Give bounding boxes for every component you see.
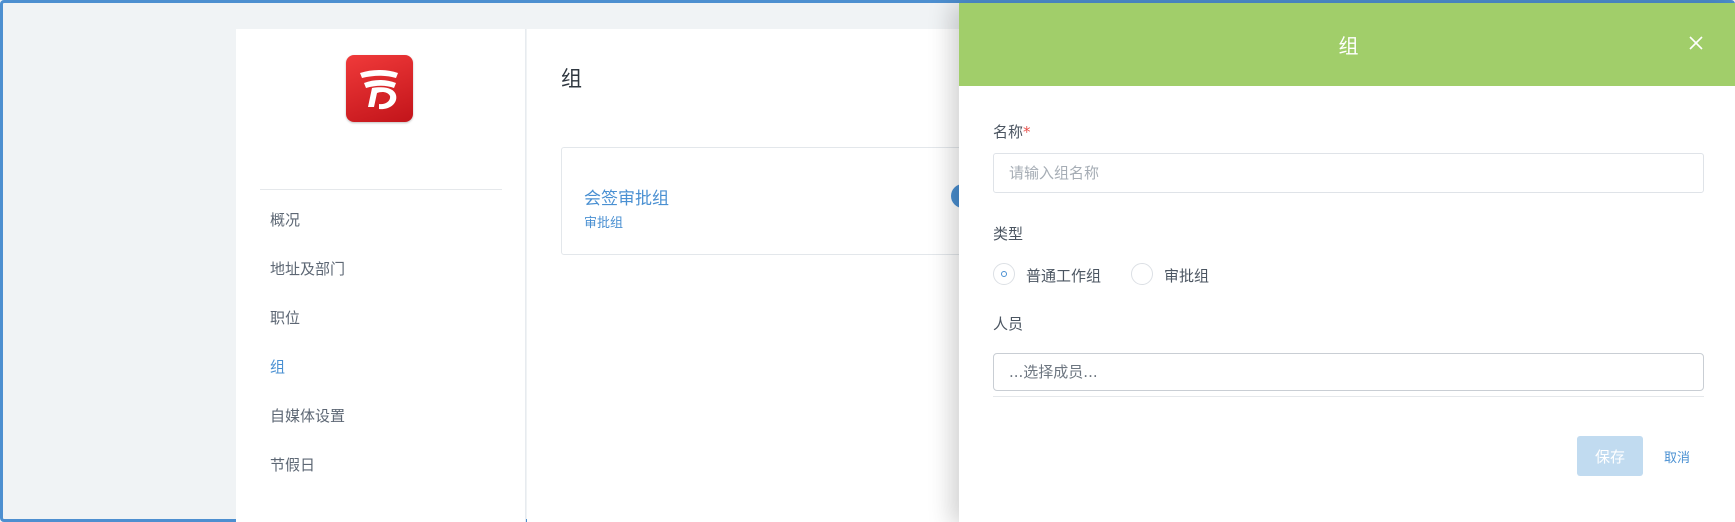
sidebar-item-address-departments[interactable]: 地址及部门 xyxy=(270,258,345,279)
radio-approval-group-label[interactable]: 审批组 xyxy=(1164,265,1209,286)
group-name-input[interactable] xyxy=(993,153,1704,193)
sidebar-item-groups[interactable]: 组 xyxy=(270,356,285,377)
sidebar-item-positions[interactable]: 职位 xyxy=(270,307,300,328)
sidebar-item-media-settings[interactable]: 自媒体设置 xyxy=(270,405,345,426)
required-mark: * xyxy=(1023,123,1031,141)
save-button[interactable]: 保存 xyxy=(1577,436,1643,476)
form-divider xyxy=(993,396,1704,397)
sidebar-item-overview[interactable]: 概况 xyxy=(270,209,300,230)
members-select-input[interactable] xyxy=(993,353,1704,391)
name-field-label: 名称* xyxy=(993,121,1031,142)
page-title: 组 xyxy=(561,67,582,91)
group-card-name[interactable]: 会签审批组 xyxy=(584,184,669,209)
close-icon[interactable] xyxy=(1684,31,1708,55)
group-card-type: 审批组 xyxy=(584,216,624,231)
drawer-header: 组 xyxy=(959,3,1735,86)
cancel-button[interactable]: 取消 xyxy=(1664,447,1690,466)
sidebar-item-holidays[interactable]: 节假日 xyxy=(270,454,315,475)
app-logo-icon xyxy=(346,55,413,122)
radio-approval-group[interactable] xyxy=(1131,263,1153,285)
group-drawer: 组 名称* 类型 普通工作组 审批组 人员 保存 取消 xyxy=(959,3,1735,522)
sidebar-divider xyxy=(260,189,502,190)
radio-normal-group-label[interactable]: 普通工作组 xyxy=(1026,265,1101,286)
members-field-label: 人员 xyxy=(993,315,1024,333)
type-field-label: 类型 xyxy=(993,225,1024,243)
name-label-text: 名称 xyxy=(993,123,1024,141)
sidebar: 概况 地址及部门 职位 组 自媒体设置 节假日 xyxy=(236,29,526,522)
drawer-title: 组 xyxy=(1338,34,1359,58)
radio-normal-group[interactable] xyxy=(993,263,1015,285)
